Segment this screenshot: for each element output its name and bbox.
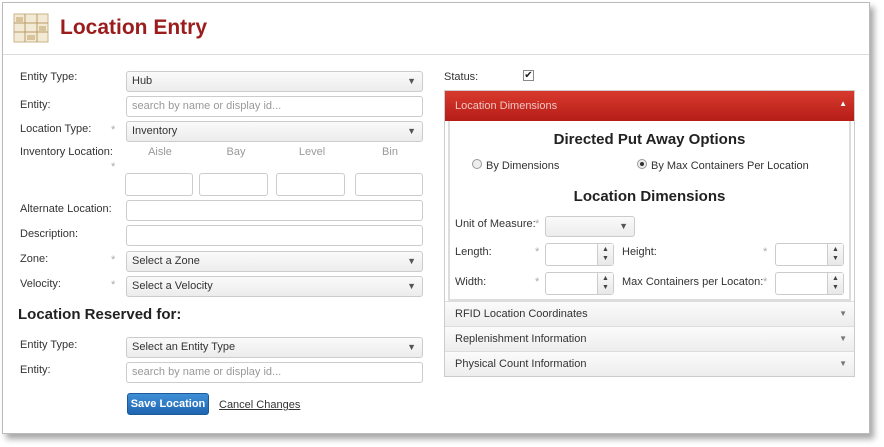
page-title: Location Entry (60, 16, 208, 39)
required-marker: * (111, 124, 116, 136)
location-type-select[interactable]: Inventory ▼ (126, 121, 423, 142)
chevron-down-icon: ▼ (839, 359, 847, 368)
bay-input[interactable] (199, 173, 268, 196)
caret-down-icon: ▼ (407, 342, 416, 352)
required-marker: * (763, 246, 768, 258)
entity-label: Entity: (20, 99, 51, 111)
location-dimensions-header-label: Location Dimensions (455, 100, 558, 112)
required-marker: * (763, 276, 768, 288)
entity-search-input[interactable]: search by name or display id... (126, 96, 423, 117)
zone-label: Zone: (20, 253, 49, 265)
location-type-label: Location Type: (20, 123, 92, 135)
entity-type-select[interactable]: Hub ▼ (126, 71, 423, 92)
caret-down-icon: ▼ (407, 281, 416, 291)
caret-down-icon: ▼ (407, 256, 416, 266)
reserved-entity-search-input[interactable]: search by name or display id... (126, 362, 423, 383)
description-input[interactable] (126, 225, 423, 246)
caret-down-icon: ▼ (407, 76, 416, 86)
velocity-value: Select a Velocity (132, 280, 213, 292)
location-dimensions-header[interactable]: Location Dimensions ▲ (445, 91, 854, 121)
bay-column-label: Bay (226, 146, 246, 158)
zone-select[interactable]: Select a Zone ▼ (126, 251, 423, 272)
reserved-entity-type-select[interactable]: Select an Entity Type ▼ (126, 337, 423, 358)
caret-down-icon: ▼ (407, 126, 416, 136)
directed-put-away-title: Directed Put Away Options (553, 131, 746, 148)
entity-type-label: Entity Type: (20, 71, 78, 83)
required-marker: * (111, 279, 116, 291)
status-label: Status: (444, 71, 479, 83)
arrow-up-icon: ▲ (602, 275, 609, 282)
arrow-down-icon: ▼ (602, 255, 609, 262)
velocity-select[interactable]: Select a Velocity ▼ (126, 276, 423, 297)
level-input[interactable] (276, 173, 345, 196)
required-marker: * (535, 276, 540, 288)
arrow-down-icon: ▼ (832, 255, 839, 262)
velocity-label: Velocity: (20, 278, 61, 290)
arrow-up-icon: ▲ (602, 246, 609, 253)
level-column-label: Level (298, 146, 326, 158)
by-max-containers-radio[interactable] (637, 159, 647, 169)
chevron-down-icon: ▼ (839, 309, 847, 318)
chevron-up-icon: ▲ (839, 99, 847, 108)
arrow-up-icon: ▲ (832, 246, 839, 253)
max-containers-stepper[interactable]: ▲ ▼ (775, 272, 844, 295)
replenishment-label: Replenishment Information (455, 333, 587, 345)
stepper-buttons[interactable]: ▲ ▼ (827, 244, 843, 265)
required-marker: * (535, 246, 540, 258)
length-stepper[interactable]: ▲ ▼ (545, 243, 614, 266)
max-containers-label: Max Containers per Locaton: (622, 276, 764, 288)
by-dimensions-label: By Dimensions (486, 160, 560, 172)
width-label: Width: (455, 276, 487, 288)
physical-count-label: Physical Count Information (455, 358, 587, 370)
bin-column-label: Bin (382, 146, 398, 158)
reserved-entity-label: Entity: (20, 364, 51, 376)
inventory-location-label: Inventory Location: (20, 146, 113, 158)
chevron-down-icon: ▼ (839, 334, 847, 343)
aisle-input[interactable] (125, 173, 193, 196)
required-marker: * (111, 254, 116, 266)
alternate-location-input[interactable] (126, 200, 423, 221)
arrow-down-icon: ▼ (602, 284, 609, 291)
entity-type-value: Hub (132, 75, 153, 87)
length-label: Length: (455, 246, 492, 258)
physical-count-header[interactable]: Physical Count Information ▼ (445, 351, 854, 376)
aisle-column-label: Aisle (148, 146, 172, 158)
accordion-panels: Location Dimensions ▲ Directed Put Away … (444, 90, 855, 377)
required-marker: * (535, 218, 540, 230)
status-checkbox[interactable]: ✔ (523, 70, 534, 81)
reserved-entity-type-label: Entity Type: (20, 339, 78, 351)
alternate-location-label: Alternate Location: (20, 203, 112, 215)
page-header: Location Entry (3, 3, 869, 55)
required-marker: * (111, 161, 116, 173)
stepper-buttons[interactable]: ▲ ▼ (827, 273, 843, 294)
location-entry-window: Location Entry Entity Type: Hub ▼ Entity… (2, 2, 870, 434)
rfid-coordinates-label: RFID Location Coordinates (455, 308, 588, 320)
arrow-down-icon: ▼ (832, 284, 839, 291)
description-label: Description: (20, 228, 79, 240)
location-reserved-title: Location Reserved for: (18, 306, 182, 323)
arrow-up-icon: ▲ (832, 275, 839, 282)
save-location-button[interactable]: Save Location (127, 393, 209, 415)
caret-down-icon: ▼ (619, 221, 628, 231)
warehouse-shelves-icon (13, 13, 49, 43)
height-stepper[interactable]: ▲ ▼ (775, 243, 844, 266)
rfid-coordinates-header[interactable]: RFID Location Coordinates ▼ (445, 301, 854, 326)
reserved-entity-type-value: Select an Entity Type (132, 341, 236, 353)
width-stepper[interactable]: ▲ ▼ (545, 272, 614, 295)
bin-input[interactable] (355, 173, 423, 196)
location-dimensions-body: Directed Put Away Options By Dimensions … (448, 121, 851, 301)
by-max-containers-label: By Max Containers Per Location (651, 160, 809, 172)
unit-of-measure-select[interactable]: ▼ (545, 216, 635, 237)
stepper-buttons[interactable]: ▲ ▼ (597, 244, 613, 265)
replenishment-header[interactable]: Replenishment Information ▼ (445, 326, 854, 351)
stepper-buttons[interactable]: ▲ ▼ (597, 273, 613, 294)
by-dimensions-radio[interactable] (472, 159, 482, 169)
cancel-changes-link[interactable]: Cancel Changes (219, 399, 300, 411)
zone-value: Select a Zone (132, 255, 200, 267)
location-type-value: Inventory (132, 125, 178, 137)
location-dimensions-subtitle: Location Dimensions (573, 188, 726, 205)
height-label: Height: (622, 246, 657, 258)
unit-of-measure-label: Unit of Measure: (455, 218, 536, 230)
